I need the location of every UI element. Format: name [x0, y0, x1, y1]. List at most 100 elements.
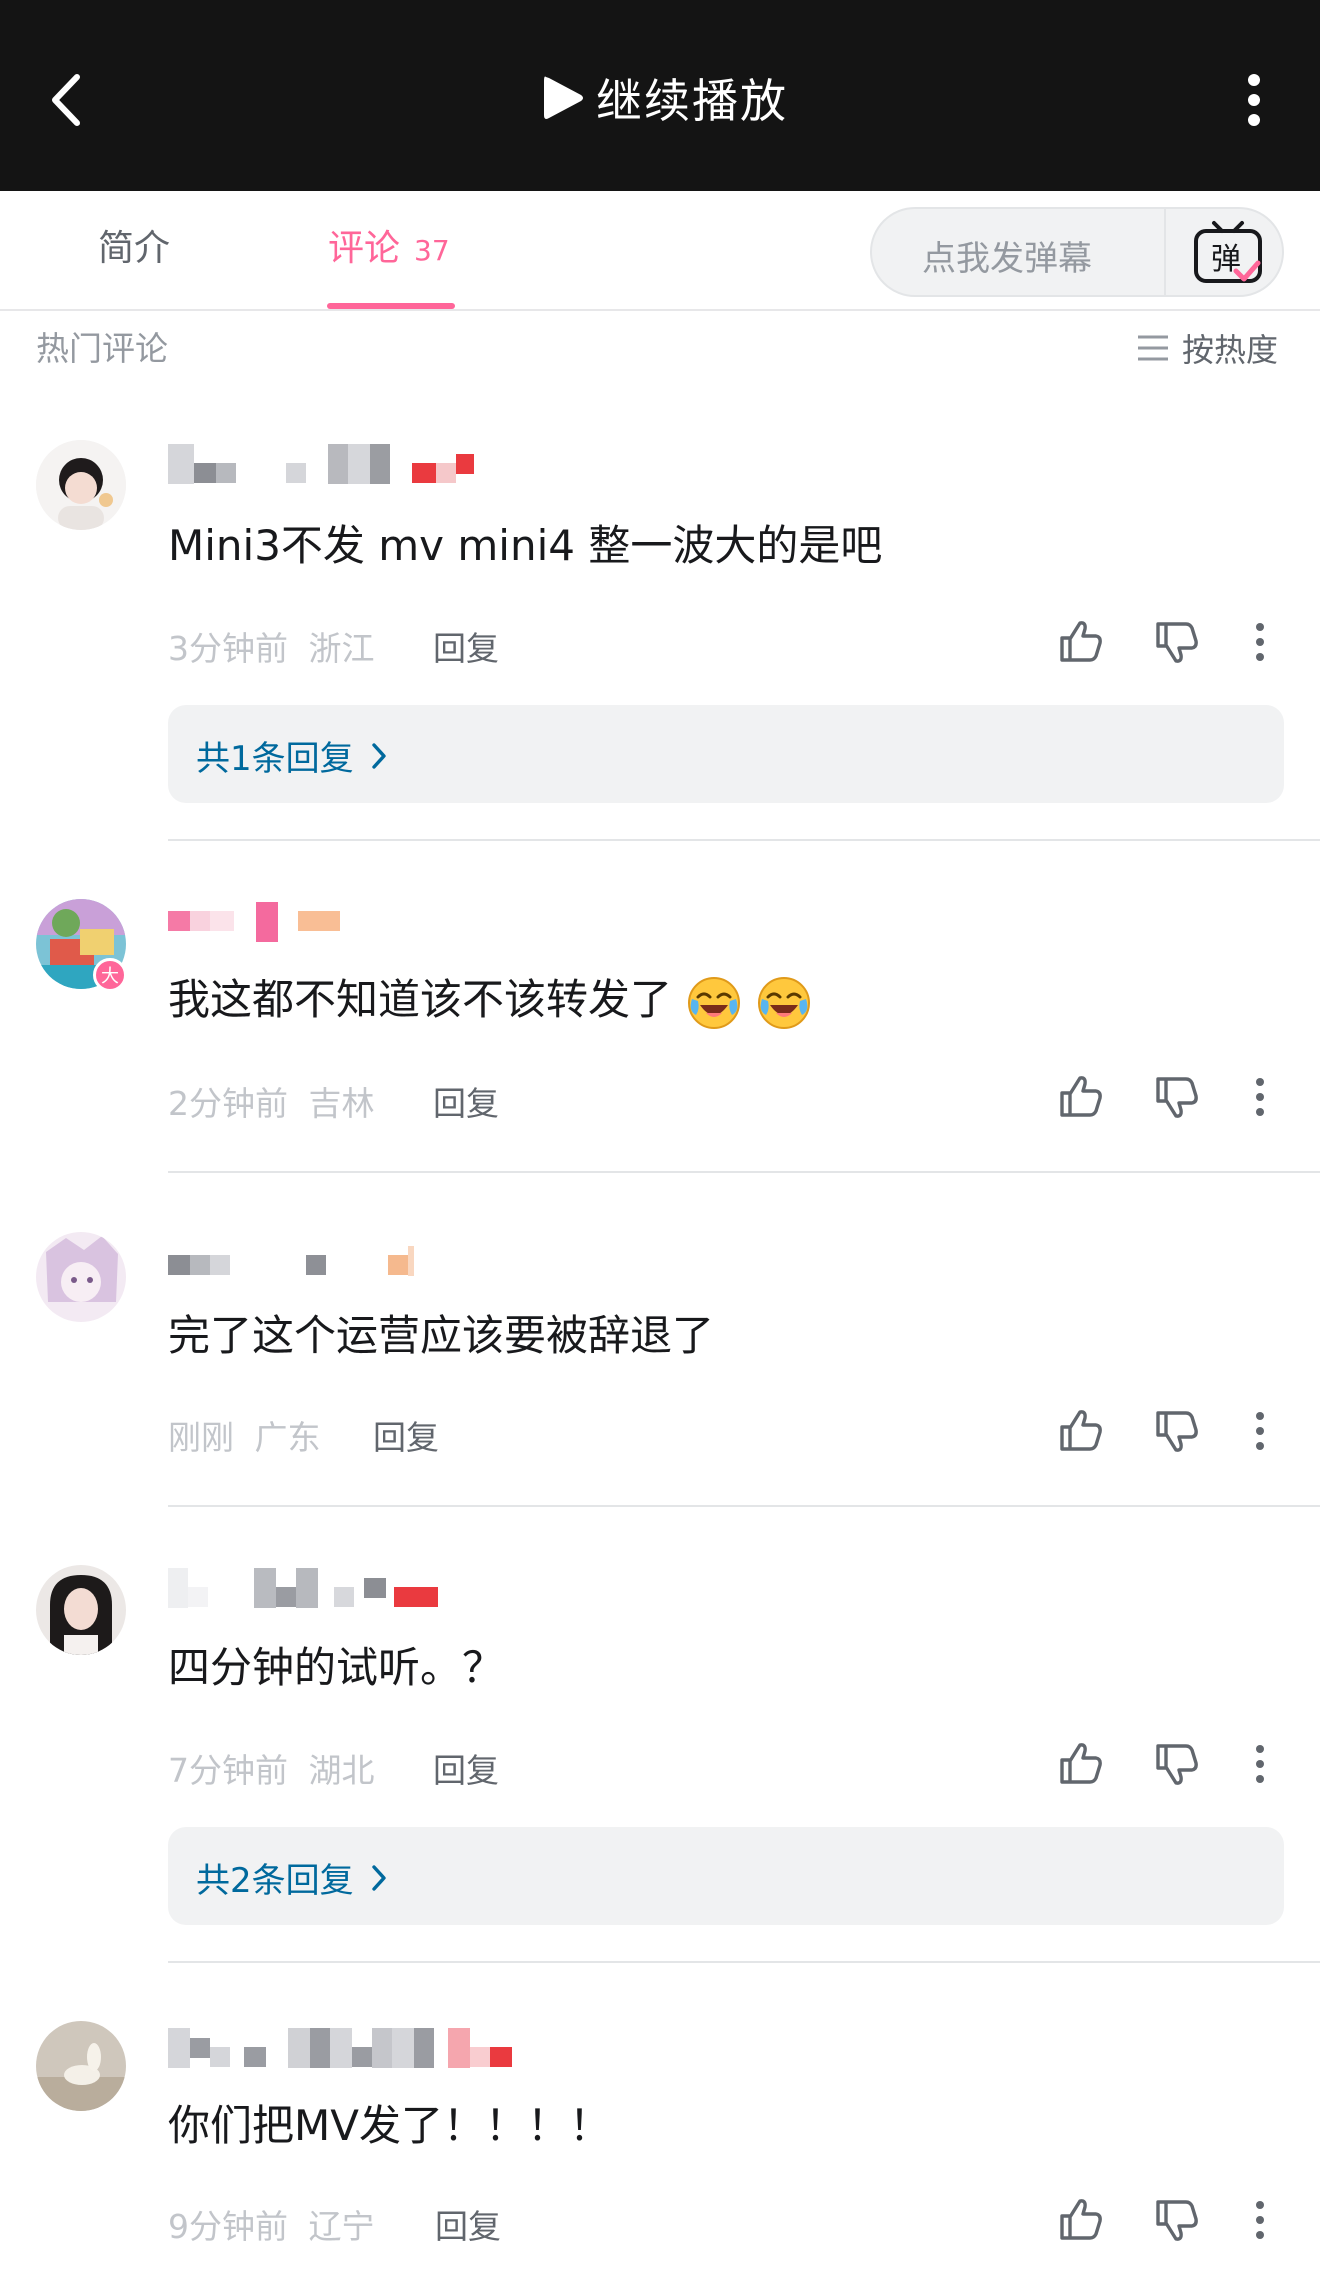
vip-badge-label: 大	[101, 966, 119, 987]
comment-text: 四分钟的试听。？	[168, 1643, 505, 1692]
replies-preview[interactable]: 共1条回复	[168, 705, 1284, 803]
thumb-up-icon	[1056, 1407, 1104, 1455]
active-tab-indicator	[327, 303, 455, 309]
dislike-button[interactable]	[1148, 1736, 1204, 1792]
username[interactable]	[168, 2026, 512, 2070]
thumb-up-icon	[1056, 1740, 1104, 1788]
comment-text: 完了这个运营应该要被辞退了	[168, 1311, 715, 1360]
comment-more-button[interactable]	[1232, 2192, 1288, 2248]
like-button[interactable]	[1052, 1069, 1108, 1125]
like-button[interactable]	[1052, 614, 1108, 670]
reply-button[interactable]: 回复	[433, 1744, 499, 1792]
vertical-dots-icon	[1254, 1744, 1266, 1784]
comment-more-button[interactable]	[1232, 1403, 1288, 1459]
thumb-down-icon	[1152, 2196, 1200, 2244]
comment-meta: 9分钟前 辽宁	[168, 2200, 375, 2248]
comment-more-button[interactable]	[1232, 1069, 1288, 1125]
comment-text: 你们把MV发了！！！！	[168, 2101, 611, 2150]
comment-meta: 7分钟前 湖北	[168, 1744, 375, 1792]
like-button[interactable]	[1052, 1736, 1108, 1792]
comments-count: 37	[414, 234, 450, 267]
hot-comments-title: 热门评论	[36, 329, 168, 368]
back-button[interactable]	[38, 62, 94, 138]
vertical-dots-icon	[1254, 622, 1266, 662]
more-options-button[interactable]	[1230, 64, 1278, 136]
comment-divider	[168, 839, 1320, 841]
tab-bar: 简介 评论 37 点我发弹幕 弹	[0, 191, 1320, 311]
comment-location: 吉林	[308, 1084, 375, 1123]
comment-location: 湖北	[308, 1751, 375, 1790]
comment-more-button[interactable]	[1232, 1736, 1288, 1792]
comment-text-content: 我这都不知道该不该转发了	[168, 975, 673, 1024]
dislike-button[interactable]	[1148, 2192, 1204, 2248]
thumb-down-icon	[1152, 1740, 1200, 1788]
avatar[interactable]	[36, 1565, 126, 1655]
sort-lines-icon	[1138, 335, 1168, 361]
continue-play-label: 继续播放	[596, 74, 788, 128]
username[interactable]	[168, 442, 474, 486]
avatar[interactable]	[36, 2021, 126, 2111]
comment-time: 2分钟前	[168, 1084, 288, 1123]
comment-text: 我这都不知道该不该转发了	[168, 966, 812, 1031]
comment-location: 浙江	[308, 629, 375, 668]
video-top-bar: 继续播放	[0, 0, 1320, 191]
vertical-dots-icon	[1254, 1411, 1266, 1451]
play-icon	[544, 76, 583, 119]
comment-more-button[interactable]	[1232, 614, 1288, 670]
like-button[interactable]	[1052, 1403, 1108, 1459]
tab-intro-label: 简介	[98, 228, 171, 269]
danmaku-placeholder: 点我发弹幕	[922, 239, 1092, 279]
dislike-button[interactable]	[1148, 1069, 1204, 1125]
thumb-up-icon	[1056, 1073, 1104, 1121]
comment-time: 3分钟前	[168, 629, 288, 668]
thumb-down-icon	[1152, 1407, 1200, 1455]
avatar[interactable]	[36, 440, 126, 530]
comment-time: 刚刚	[168, 1418, 234, 1457]
avatar-image	[36, 1232, 126, 1322]
comment-divider	[168, 1171, 1320, 1173]
dislike-button[interactable]	[1148, 1403, 1204, 1459]
replies-preview[interactable]: 共2条回复	[168, 1827, 1284, 1925]
replies-count-label: 共2条回复	[196, 1861, 354, 1901]
comment-time: 9分钟前	[168, 2207, 288, 2246]
tab-comments-label: 评论	[328, 228, 401, 269]
chevron-right-icon	[371, 1864, 386, 1891]
comment-divider	[168, 1505, 1320, 1507]
vertical-dots-icon	[1248, 74, 1260, 126]
username[interactable]	[168, 900, 340, 944]
avatar-image	[36, 440, 126, 530]
avatar-image	[36, 1565, 126, 1655]
username[interactable]	[168, 1234, 414, 1278]
vertical-dots-icon	[1254, 2200, 1266, 2240]
sort-label: 按热度	[1182, 331, 1279, 369]
tab-intro[interactable]: 简介	[98, 219, 170, 279]
thumb-up-icon	[1056, 618, 1104, 666]
comment-divider	[168, 1961, 1320, 1963]
comment-text: Mini3不发 mv mini4 整一波大的是吧	[168, 521, 883, 570]
thumb-down-icon	[1152, 1073, 1200, 1121]
danmaku-input[interactable]: 点我发弹幕 弹	[870, 207, 1284, 297]
dislike-button[interactable]	[1148, 614, 1204, 670]
comment-time: 7分钟前	[168, 1751, 288, 1790]
danmaku-divider	[1164, 209, 1166, 295]
like-button[interactable]	[1052, 2192, 1108, 2248]
replies-count-label: 共1条回复	[196, 739, 354, 779]
vip-badge: 大	[93, 958, 127, 992]
vertical-dots-icon	[1254, 1077, 1266, 1117]
tab-comments[interactable]: 评论 37	[328, 219, 450, 279]
comment-location: 广东	[254, 1418, 321, 1457]
reply-button[interactable]: 回复	[433, 622, 499, 670]
avatar[interactable]	[36, 1232, 126, 1322]
username[interactable]	[168, 1566, 438, 1610]
reply-button[interactable]: 回复	[435, 2200, 501, 2248]
avatar-image	[36, 2021, 126, 2111]
comment-location: 辽宁	[308, 2207, 375, 2246]
chevron-right-icon	[371, 742, 386, 769]
thumb-down-icon	[1152, 618, 1200, 666]
continue-play-button[interactable]: 继续播放	[540, 62, 788, 134]
danmaku-toggle-icon[interactable]: 弹	[1186, 219, 1270, 287]
chevron-left-icon	[52, 74, 80, 126]
reply-button[interactable]: 回复	[373, 1411, 439, 1459]
sort-button[interactable]: 按热度	[1136, 325, 1278, 371]
reply-button[interactable]: 回复	[433, 1077, 499, 1125]
